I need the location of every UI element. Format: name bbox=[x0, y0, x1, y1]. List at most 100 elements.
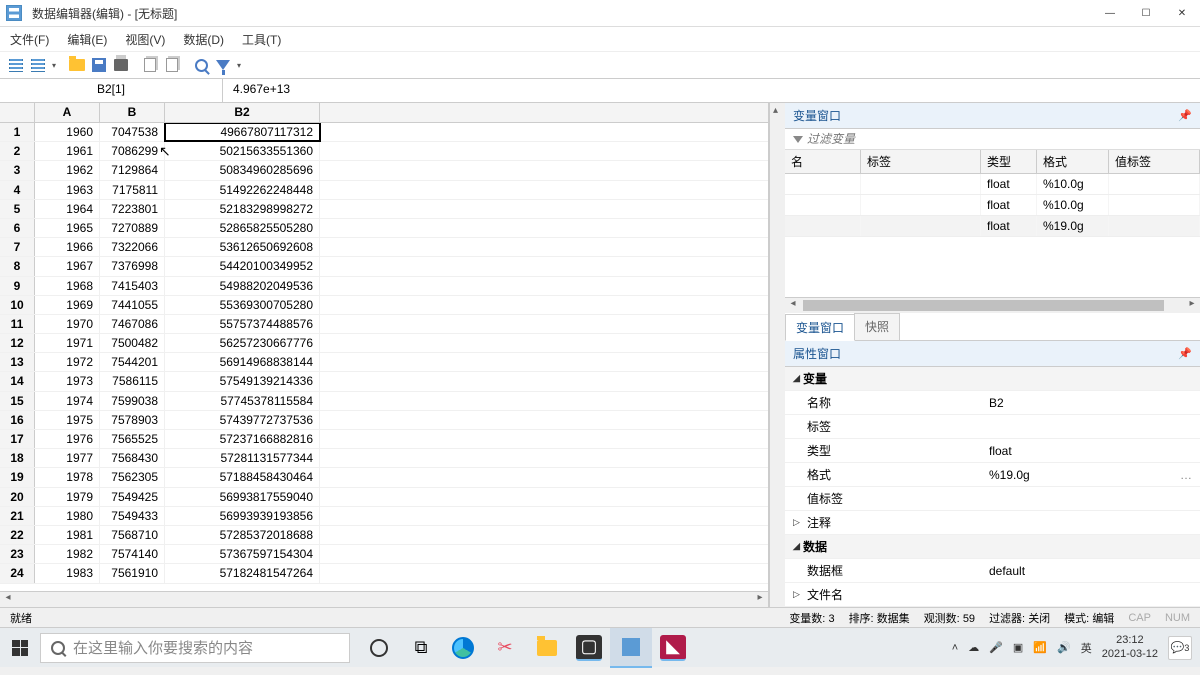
cell[interactable]: 7565525 bbox=[100, 430, 165, 448]
cell[interactable]: 7549433 bbox=[100, 507, 165, 525]
editor-dropdown-icon[interactable]: ▾ bbox=[50, 61, 58, 70]
cell[interactable]: 1961 bbox=[35, 142, 100, 160]
row-header[interactable]: 12 bbox=[0, 334, 35, 352]
row-header[interactable]: 7 bbox=[0, 238, 35, 256]
row-header[interactable]: 21 bbox=[0, 507, 35, 525]
cell[interactable]: 1962 bbox=[35, 161, 100, 179]
print-button[interactable] bbox=[111, 55, 131, 75]
pushpin-icon[interactable]: 📌 bbox=[1178, 347, 1192, 360]
filter-input[interactable] bbox=[807, 132, 1192, 146]
table-row[interactable]: 5 1964 7223801 52183298998272 bbox=[0, 200, 768, 219]
cell[interactable]: 7129864 bbox=[100, 161, 165, 179]
table-row[interactable]: 9 1968 7415403 54988202049536 bbox=[0, 277, 768, 296]
editor-edit-button[interactable] bbox=[28, 55, 48, 75]
tray-mic-icon[interactable]: 🎤 bbox=[989, 641, 1003, 654]
cell[interactable]: 57237166882816 bbox=[165, 430, 320, 448]
menu-tools[interactable]: 工具(T) bbox=[242, 31, 281, 48]
cell[interactable]: 7562305 bbox=[100, 468, 165, 486]
cell[interactable]: 7415403 bbox=[100, 277, 165, 295]
menu-edit[interactable]: 编辑(E) bbox=[67, 31, 107, 48]
vth-label[interactable]: 标签 bbox=[861, 150, 981, 173]
cell[interactable]: 7568430 bbox=[100, 449, 165, 467]
filter-button[interactable] bbox=[213, 55, 233, 75]
cell[interactable]: 55757374488576 bbox=[165, 315, 320, 333]
vth-name[interactable]: 名 bbox=[785, 150, 861, 173]
row-header[interactable]: 9 bbox=[0, 277, 35, 295]
table-row[interactable]: 6 1965 7270889 52865825505280 bbox=[0, 219, 768, 238]
cell[interactable]: 1982 bbox=[35, 545, 100, 563]
ime-indicator[interactable]: 英 bbox=[1081, 640, 1092, 656]
start-button[interactable] bbox=[0, 628, 40, 668]
cell[interactable]: 1965 bbox=[35, 219, 100, 237]
cell[interactable]: 1967 bbox=[35, 257, 100, 275]
row-header[interactable]: 15 bbox=[0, 392, 35, 410]
row-header[interactable]: 16 bbox=[0, 411, 35, 429]
cell[interactable]: 7574140 bbox=[100, 545, 165, 563]
cell[interactable]: 1970 bbox=[35, 315, 100, 333]
find-button[interactable] bbox=[191, 55, 211, 75]
cell[interactable]: 1968 bbox=[35, 277, 100, 295]
row-header[interactable]: 20 bbox=[0, 488, 35, 506]
row-header[interactable]: 6 bbox=[0, 219, 35, 237]
cell[interactable]: 1978 bbox=[35, 468, 100, 486]
open-button[interactable] bbox=[67, 55, 87, 75]
cell[interactable]: 1973 bbox=[35, 372, 100, 390]
collapse-icon[interactable]: ◢ bbox=[793, 373, 803, 384]
col-header-b[interactable]: B bbox=[100, 103, 165, 122]
name-box[interactable]: B2[1] bbox=[0, 79, 223, 102]
cell[interactable]: 1975 bbox=[35, 411, 100, 429]
cell[interactable]: 1972 bbox=[35, 353, 100, 371]
paste-button[interactable] bbox=[162, 55, 182, 75]
minimize-button[interactable]: — bbox=[1092, 0, 1128, 27]
vth-format[interactable]: 格式 bbox=[1037, 150, 1109, 173]
cell[interactable]: 7441055 bbox=[100, 296, 165, 314]
table-row[interactable]: 13 1972 7544201 56914968838144 bbox=[0, 353, 768, 372]
collapse-icon[interactable]: ◢ bbox=[793, 541, 803, 552]
row-header[interactable]: 24 bbox=[0, 564, 35, 582]
cell[interactable]: 1964 bbox=[35, 200, 100, 218]
expand-icon[interactable]: ▷ bbox=[793, 517, 803, 528]
row-header[interactable]: 18 bbox=[0, 449, 35, 467]
cell[interactable]: 1980 bbox=[35, 507, 100, 525]
cell[interactable]: 1981 bbox=[35, 526, 100, 544]
table-row[interactable]: 1 1960 7047538 49667807117312 bbox=[0, 123, 768, 142]
cell[interactable]: 1963 bbox=[35, 181, 100, 199]
cell[interactable]: 7086299 bbox=[100, 142, 165, 160]
cell[interactable]: 1976 bbox=[35, 430, 100, 448]
table-row[interactable]: 15 1974 7599038 57745378115584 bbox=[0, 392, 768, 411]
volume-icon[interactable]: 🔊 bbox=[1057, 641, 1071, 654]
row-header[interactable]: 1 bbox=[0, 123, 35, 141]
cell[interactable]: 57549139214336 bbox=[165, 372, 320, 390]
row-header[interactable]: 2 bbox=[0, 142, 35, 160]
tab-snapshots[interactable]: 快照 bbox=[854, 313, 900, 340]
taskbar-search[interactable]: 在这里输入你要搜索的内容 bbox=[40, 633, 350, 663]
app-icon-1[interactable]: ▢ bbox=[576, 635, 602, 661]
row-header[interactable]: 19 bbox=[0, 468, 35, 486]
cell[interactable]: 57285372018688 bbox=[165, 526, 320, 544]
save-button[interactable] bbox=[89, 55, 109, 75]
cell[interactable]: 1971 bbox=[35, 334, 100, 352]
row-header[interactable]: 14 bbox=[0, 372, 35, 390]
filter-dropdown-icon[interactable]: ▾ bbox=[235, 61, 243, 70]
cell[interactable]: 53612650692608 bbox=[165, 238, 320, 256]
menu-data[interactable]: 数据(D) bbox=[183, 31, 224, 48]
table-row[interactable]: 3 1962 7129864 50834960285696 bbox=[0, 161, 768, 180]
cell[interactable]: 57367597154304 bbox=[165, 545, 320, 563]
cell[interactable]: 1966 bbox=[35, 238, 100, 256]
row-header[interactable]: 22 bbox=[0, 526, 35, 544]
row-header[interactable]: 23 bbox=[0, 545, 35, 563]
prop-name-value[interactable]: B2 bbox=[989, 396, 1192, 410]
table-row[interactable]: 8 1967 7376998 54420100349952 bbox=[0, 257, 768, 276]
menu-view[interactable]: 视图(V) bbox=[125, 31, 165, 48]
cell[interactable]: 52183298998272 bbox=[165, 200, 320, 218]
formula-box[interactable]: 4.967e+13 bbox=[223, 79, 1200, 102]
variable-row[interactable]: float%10.0g bbox=[785, 174, 1200, 195]
cell[interactable]: 7175811 bbox=[100, 181, 165, 199]
snip-icon[interactable]: ✂ bbox=[484, 628, 526, 668]
cell[interactable]: 57745378115584 bbox=[165, 392, 320, 410]
row-header[interactable]: 10 bbox=[0, 296, 35, 314]
cell[interactable]: 1983 bbox=[35, 564, 100, 582]
cell[interactable]: 57281131577344 bbox=[165, 449, 320, 467]
cell[interactable]: 7561910 bbox=[100, 564, 165, 582]
horizontal-scrollbar[interactable]: ◂▸ bbox=[0, 591, 768, 607]
